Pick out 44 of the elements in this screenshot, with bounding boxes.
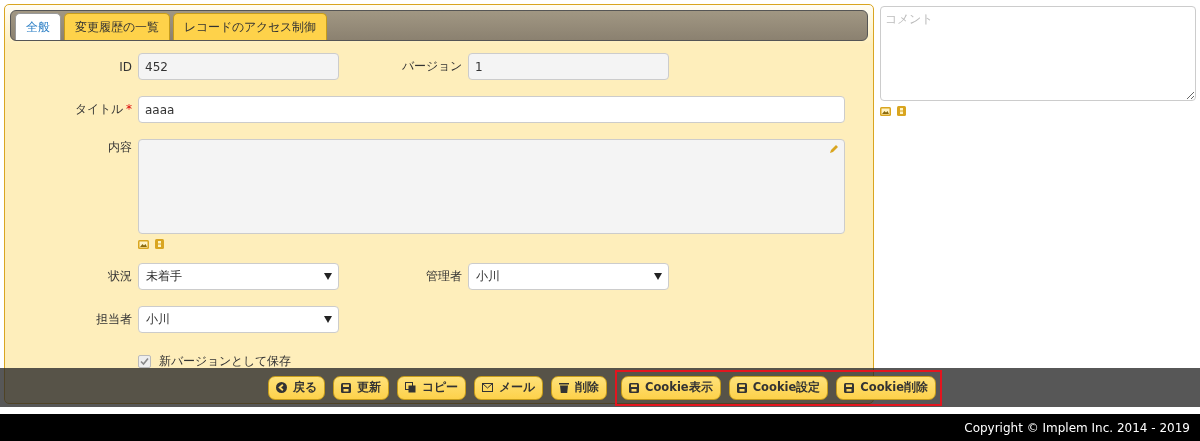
attachment-icon[interactable] [897,106,906,116]
save-icon [629,382,640,393]
version-field[interactable]: 1 [468,53,669,80]
toolbar-button[interactable]: 更新 [333,375,390,400]
toolbar-button[interactable]: コピー [397,375,467,400]
field-label: 内容 [107,139,132,156]
toolbar-button[interactable]: メール [474,375,544,400]
attachment-icon[interactable] [155,239,164,249]
copy-icon [405,382,417,393]
id-field[interactable]: 452 [138,53,339,80]
caret-icon [324,273,332,280]
save-icon [736,382,747,393]
comment-field[interactable]: コメント [880,6,1196,101]
tab[interactable]: レコードのアクセス制御 [173,13,327,40]
field-label: バージョン [401,58,462,75]
image-icon[interactable] [138,239,149,249]
owner-dropdown[interactable]: 小川 [138,306,339,333]
required-mark: * [126,102,132,116]
checkbox-label: 新バージョンとして保存 [159,353,291,370]
toolbar-button[interactable]: Cookie表示 [621,375,721,400]
image-icon[interactable] [880,106,891,116]
toolbar-button[interactable]: Cookie設定 [728,375,829,400]
manager-dropdown[interactable]: 小川 [468,263,669,290]
status-dropdown[interactable]: 未着手 [138,263,339,290]
mail-icon [482,383,494,392]
field-label: タイトル [75,101,123,118]
trash-icon [559,382,570,393]
pencil-icon[interactable] [830,144,839,153]
toolbar-button[interactable]: 削除 [551,375,608,400]
field-label: ID [118,59,132,74]
tab[interactable]: 全般 [15,13,61,40]
content-field[interactable] [138,139,845,234]
tab[interactable]: 変更履歴の一覧 [64,13,170,40]
title-field[interactable]: aaaa [138,96,845,123]
field-label: 担当者 [95,311,132,328]
toolbar-button[interactable]: 戻る [268,375,326,400]
field-label: 管理者 [425,268,462,285]
save-icon [341,382,352,393]
copyright-text: Copyright © Implem Inc. 2014 - 2019 [964,420,1190,435]
save-icon [844,382,855,393]
caret-icon [654,273,662,280]
caret-icon [324,316,332,323]
toolbar-button[interactable]: Cookie削除 [836,375,936,400]
field-label: 状況 [107,268,132,285]
